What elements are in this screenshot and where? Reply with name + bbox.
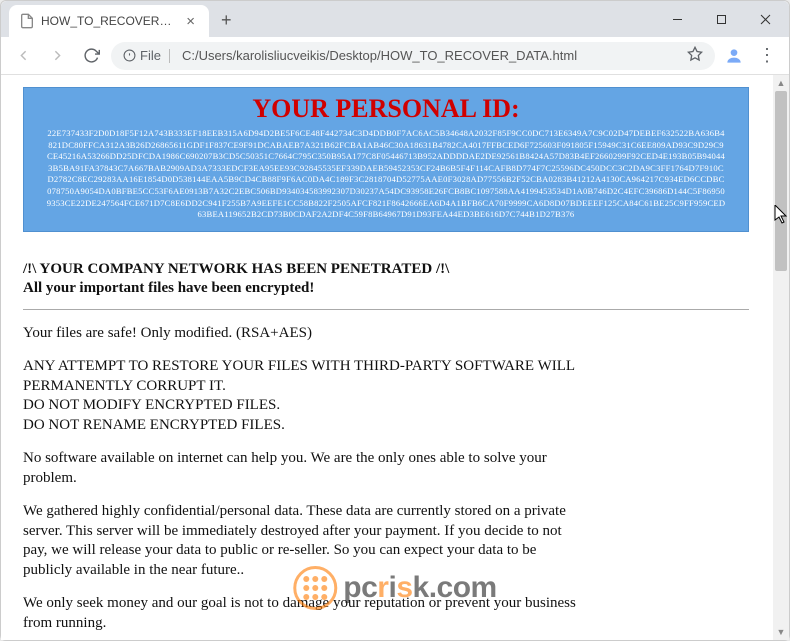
document-body: YOUR PERSONAL ID: 22E737433F2D0D18F5F12A… <box>1 75 773 640</box>
close-window-button[interactable] <box>743 4 787 34</box>
tab-close-button[interactable]: × <box>182 13 199 30</box>
ransom-note-body: /!\ YOUR COMPANY NETWORK HAS BEEN PENETR… <box>23 260 749 634</box>
file-icon <box>19 13 35 29</box>
new-tab-button[interactable]: + <box>209 10 244 37</box>
paragraph-warning: ANY ATTEMPT TO RESTORE YOUR FILES WITH T… <box>23 357 583 435</box>
reload-button[interactable] <box>77 42 105 70</box>
file-origin-badge: File <box>123 48 174 63</box>
bookmark-star-icon[interactable] <box>687 46 703 65</box>
profile-avatar[interactable] <box>721 43 747 69</box>
page-content: YOUR PERSONAL ID: 22E737433F2D0D18F5F12A… <box>1 75 789 640</box>
maximize-button[interactable] <box>699 4 743 34</box>
menu-button[interactable]: ⋮ <box>753 45 781 66</box>
address-bar[interactable]: File C:/Users/karolisliucveikis/Desktop/… <box>111 42 715 70</box>
paragraph-data: We gathered highly confidential/personal… <box>23 502 583 580</box>
scroll-up-arrow[interactable]: ▲ <box>773 75 789 91</box>
scroll-thumb[interactable] <box>775 91 787 271</box>
heading-penetrated: /!\ YOUR COMPANY NETWORK HAS BEEN PENETR… <box>23 260 749 280</box>
file-label: File <box>140 48 161 63</box>
heading-encrypted: All your important files have been encry… <box>23 279 749 299</box>
paragraph-safe: Your files are safe! Only modified. (RSA… <box>23 324 583 344</box>
divider <box>23 309 749 310</box>
paragraph-nosoftware: No software available on internet can he… <box>23 449 583 488</box>
browser-window: HOW_TO_RECOVER_DATA.html × + <box>0 0 790 641</box>
personal-id-hex: 22E737433F2D0D18F5F12A743B333EF18EEB315A… <box>46 128 726 221</box>
vertical-scrollbar[interactable]: ▲ ▼ <box>773 75 789 640</box>
tab-title: HOW_TO_RECOVER_DATA.html <box>41 14 176 28</box>
minimize-button[interactable] <box>655 4 699 34</box>
personal-id-box: YOUR PERSONAL ID: 22E737433F2D0D18F5F12A… <box>23 87 749 232</box>
titlebar: HOW_TO_RECOVER_DATA.html × + <box>1 1 789 37</box>
window-controls <box>655 1 789 37</box>
url-text: C:/Users/karolisliucveikis/Desktop/HOW_T… <box>182 48 679 63</box>
forward-button[interactable] <box>43 42 71 70</box>
back-button[interactable] <box>9 42 37 70</box>
active-tab[interactable]: HOW_TO_RECOVER_DATA.html × <box>9 5 209 37</box>
toolbar: File C:/Users/karolisliucveikis/Desktop/… <box>1 37 789 75</box>
personal-id-title: YOUR PERSONAL ID: <box>32 94 740 124</box>
paragraph-goal: We only seek money and our goal is not t… <box>23 594 583 633</box>
scroll-down-arrow[interactable]: ▼ <box>773 624 789 640</box>
